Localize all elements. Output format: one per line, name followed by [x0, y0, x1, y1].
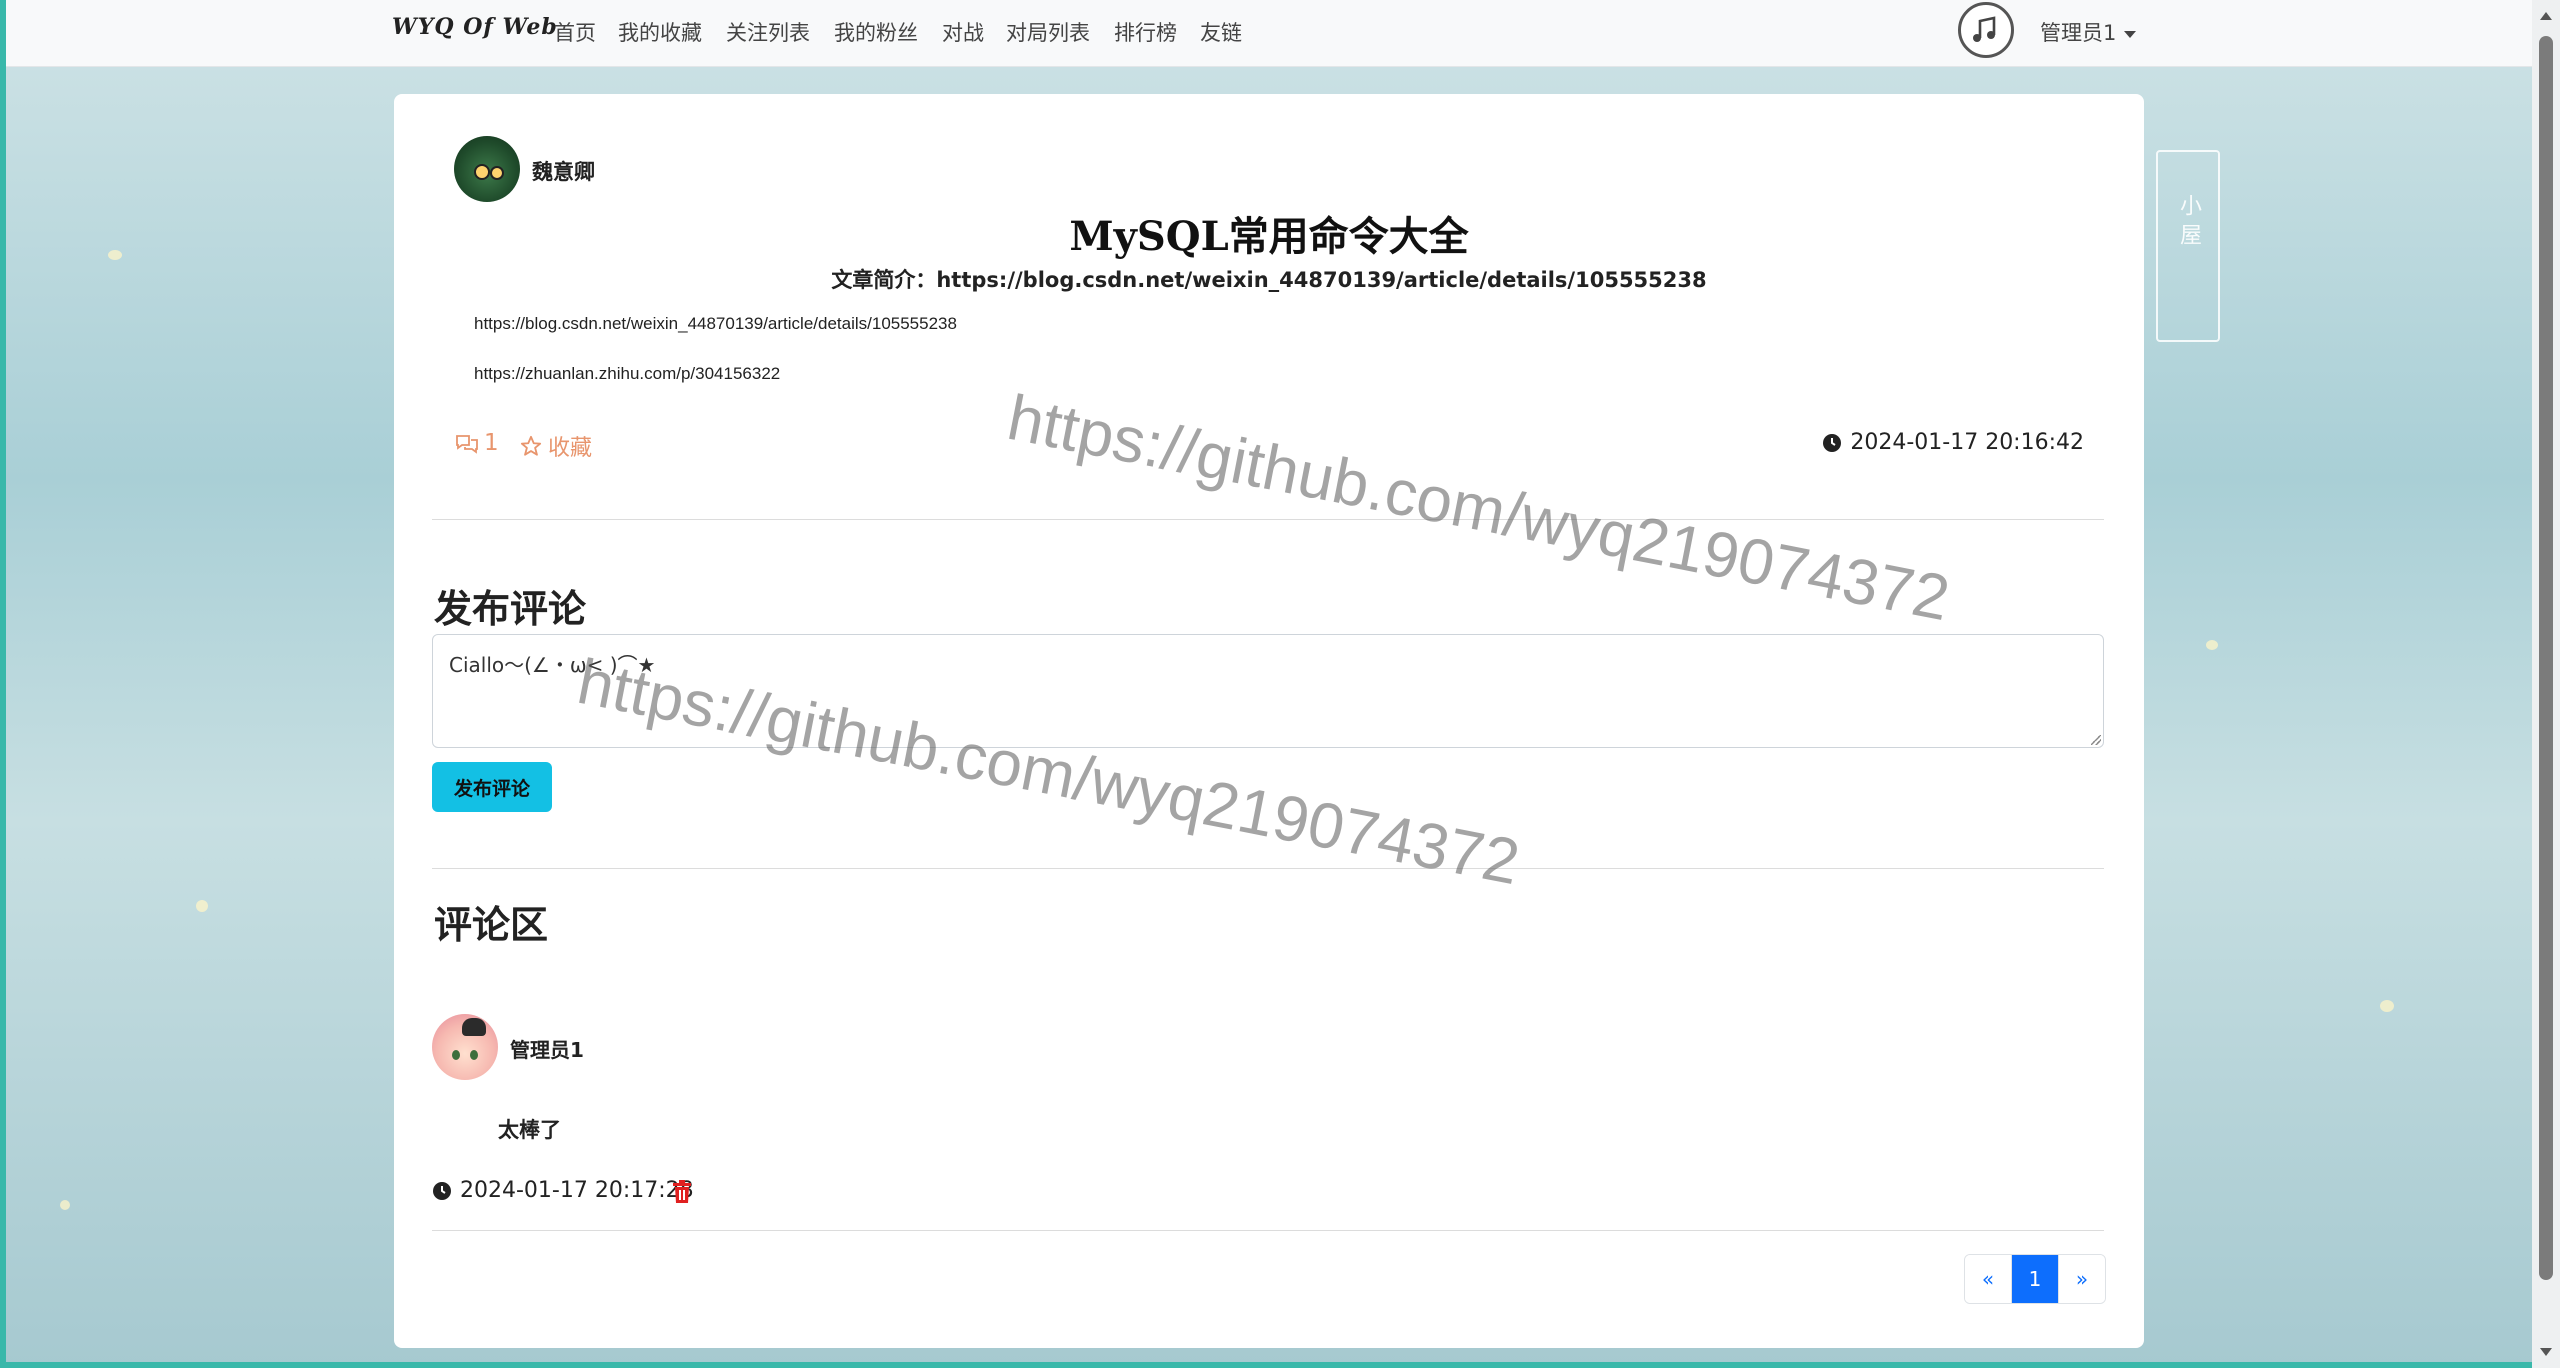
background-speck — [2206, 640, 2218, 650]
page-current-button[interactable]: 1 — [2011, 1255, 2058, 1303]
clock-icon — [433, 1181, 451, 1200]
window-frame-bottom — [0, 1362, 2560, 1368]
author-name[interactable]: 魏意卿 — [532, 156, 595, 186]
nav-followers[interactable]: 我的粉丝 — [834, 17, 918, 47]
comment-count-value: 1 — [484, 430, 499, 456]
nav-leaderboard[interactable]: 排行榜 — [1114, 17, 1177, 47]
pagination: « 1 » — [1964, 1254, 2106, 1304]
comment-time: 2024-01-17 20:17:28 — [432, 1178, 694, 1203]
post-intro: 文章简介：https://blog.csdn.net/weixin_448701… — [831, 268, 1707, 292]
top-navbar: WYQ Of Web 首页 我的收藏 关注列表 我的粉丝 对战 对局列表 排行榜… — [6, 0, 2532, 67]
scroll-thumb[interactable] — [2539, 36, 2553, 1280]
comment-content: 太棒了 — [498, 1118, 561, 1142]
comment-textarea[interactable]: Ciallo～(∠・ω< )⌒★ — [432, 634, 2104, 748]
delete-comment-button[interactable] — [672, 1180, 692, 1208]
trash-icon — [673, 1180, 691, 1203]
commenter-name[interactable]: 管理员1 — [510, 1034, 584, 1063]
commenter-avatar[interactable] — [432, 1014, 498, 1080]
comment-form-heading: 发布评论 — [434, 587, 587, 631]
post-card: 魏意卿 MySQL常用命令大全 文章简介：https://blog.csdn.n… — [394, 94, 2144, 1348]
background-speck — [60, 1200, 70, 1210]
divider — [432, 519, 2104, 520]
author-avatar[interactable] — [454, 136, 520, 202]
music-player-icon[interactable] — [1958, 2, 2014, 58]
brand-logo[interactable]: WYQ Of Web — [392, 14, 558, 40]
post-time-value: 2024-01-17 20:16:42 — [1850, 430, 2084, 455]
post-link[interactable]: https://zhuanlan.zhihu.com/p/304156322 — [474, 364, 780, 384]
post-link[interactable]: https://blog.csdn.net/weixin_44870139/ar… — [474, 314, 957, 334]
divider — [432, 868, 2104, 869]
background-speck — [196, 900, 208, 912]
post-time: 2024-01-17 20:16:42 — [1822, 430, 2084, 455]
caret-down-icon — [2124, 30, 2137, 38]
nav-favorites[interactable]: 我的收藏 — [618, 17, 702, 47]
comment-textarea-value: Ciallo～(∠・ω< )⌒★ — [449, 653, 656, 677]
post-title: MySQL常用命令大全 — [1069, 213, 1469, 260]
background-speck — [2380, 1000, 2394, 1012]
favorite-button[interactable]: 收藏 — [520, 430, 592, 462]
comment-time-value: 2024-01-17 20:17:28 — [460, 1178, 694, 1203]
page-next-button[interactable]: » — [2058, 1255, 2105, 1303]
nav-match-list[interactable]: 对局列表 — [1006, 17, 1090, 47]
nav-following[interactable]: 关注列表 — [726, 17, 810, 47]
user-dropdown-label: 管理员1 — [2040, 21, 2117, 45]
window-frame-left — [0, 0, 6, 1368]
nav-friend-links[interactable]: 友链 — [1200, 17, 1242, 47]
page-scrollbar[interactable] — [2532, 0, 2560, 1368]
user-dropdown[interactable]: 管理员1 — [2040, 17, 2137, 47]
scroll-down-icon[interactable] — [2540, 1348, 2552, 1356]
nav-battle[interactable]: 对战 — [942, 17, 984, 47]
comments-heading: 评论区 — [434, 903, 549, 947]
scroll-up-icon[interactable] — [2540, 12, 2552, 20]
submit-comment-button[interactable]: 发布评论 — [432, 762, 552, 812]
comments-icon — [456, 435, 478, 454]
resize-grip-icon[interactable] — [2091, 735, 2101, 745]
favorite-label: 收藏 — [548, 436, 593, 461]
page-prev-button[interactable]: « — [1965, 1255, 2011, 1303]
background-speck — [108, 250, 122, 260]
clock-icon — [1823, 433, 1842, 452]
nav-home[interactable]: 首页 — [554, 17, 596, 47]
star-icon — [520, 435, 542, 456]
wall-decoration: 小 屋 — [2156, 150, 2220, 342]
comment-count[interactable]: 1 — [454, 430, 499, 456]
divider — [432, 1230, 2104, 1231]
